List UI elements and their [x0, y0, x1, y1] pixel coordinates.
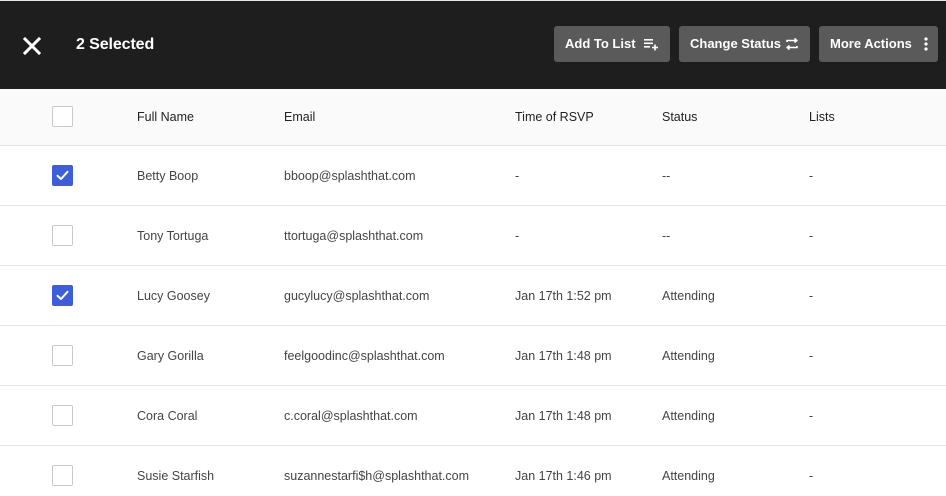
column-header-lists[interactable]: Lists: [809, 89, 835, 145]
table-row[interactable]: Susie Starfish suzannestarfi$h@splashthat…: [0, 446, 946, 496]
guest-table: Full Name Email Time of RSVP Status List…: [0, 89, 946, 496]
guest-email: bboop@splashthat.com: [284, 168, 416, 183]
rsvp-time: Jan 17th 1:46 pm: [515, 468, 612, 483]
guest-status: Attending: [662, 468, 715, 483]
row-checkbox[interactable]: [52, 165, 73, 186]
table-row[interactable]: Tony Tortuga ttortuga@splashthat.com - -- -: [0, 206, 946, 266]
guest-status: Attending: [662, 348, 715, 363]
row-checkbox[interactable]: [52, 285, 73, 306]
guest-name: Susie Starfish: [137, 468, 215, 483]
playlist-add-icon: [643, 36, 659, 52]
rsvp-time: Jan 17th 1:48 pm: [515, 348, 612, 363]
row-checkbox[interactable]: [52, 225, 73, 246]
guest-email: feelgoodinc@splashthat.com: [284, 348, 445, 363]
guest-lists: -: [809, 348, 814, 363]
row-checkbox[interactable]: [52, 345, 73, 366]
guest-lists: -: [809, 408, 814, 423]
selected-count: 2 Selected: [76, 36, 155, 53]
guest-email: gucylucy@splashthat.com: [284, 288, 430, 303]
rsvp-time: -: [515, 168, 520, 183]
guest-lists: -: [809, 468, 814, 483]
guest-status: Attending: [662, 408, 715, 423]
more-actions-label: More Actions: [830, 36, 912, 51]
guest-status: --: [662, 228, 671, 243]
vertical-dots-icon: [918, 36, 934, 52]
guest-name: Cora Coral: [137, 408, 198, 423]
column-header-time-of-rsvp[interactable]: Time of RSVP: [515, 89, 594, 145]
checkmark-icon: [56, 290, 69, 300]
guest-email: ttortuga@splashthat.com: [284, 228, 424, 243]
swap-arrows-icon: [784, 36, 800, 52]
close-icon[interactable]: [20, 34, 44, 58]
column-header-full-name[interactable]: Full Name: [137, 89, 194, 145]
more-actions-button[interactable]: More Actions: [819, 26, 938, 62]
table-row[interactable]: Lucy Goosey gucylucy@splashthat.com Jan 17…: [0, 266, 946, 326]
table-row[interactable]: Gary Gorilla feelgoodinc@splashthat.com Ja…: [0, 326, 946, 386]
row-checkbox[interactable]: [52, 465, 73, 486]
rsvp-time: Jan 17th 1:52 pm: [515, 288, 612, 303]
guest-email: c.coral@splashthat.com: [284, 408, 418, 423]
select-all-checkbox[interactable]: [52, 106, 73, 127]
guest-email: suzannestarfi$h@splashthat.com: [284, 468, 470, 483]
rsvp-time: -: [515, 228, 520, 243]
column-header-status[interactable]: Status: [662, 89, 697, 145]
table-row[interactable]: Betty Boop bboop@splashthat.com - -- -: [0, 146, 946, 206]
guest-lists: -: [809, 228, 814, 243]
guest-name: Gary Gorilla: [137, 348, 204, 363]
guest-status: --: [662, 168, 671, 183]
guest-status: Attending: [662, 288, 715, 303]
guest-name: Lucy Goosey: [137, 288, 210, 303]
add-to-list-label: Add To List: [565, 36, 636, 51]
column-header-email[interactable]: Email: [284, 89, 315, 145]
bulk-action-bar: 2 Selected Add To List Change Status Mor…: [0, 0, 946, 89]
change-status-label: Change Status: [690, 36, 782, 51]
row-checkbox[interactable]: [52, 405, 73, 426]
table-body: Betty Boop bboop@splashthat.com - -- - Tony T…: [0, 146, 946, 496]
rsvp-time: Jan 17th 1:48 pm: [515, 408, 612, 423]
checkmark-icon: [56, 170, 69, 180]
guest-lists: -: [809, 168, 814, 183]
table-row[interactable]: Cora Coral c.coral@splashthat.com Jan 17th…: [0, 386, 946, 446]
change-status-button[interactable]: Change Status: [679, 26, 810, 62]
table-header: Full Name Email Time of RSVP Status List…: [0, 89, 946, 146]
guest-name: Betty Boop: [137, 168, 199, 183]
guest-name: Tony Tortuga: [137, 228, 209, 243]
add-to-list-button[interactable]: Add To List: [554, 26, 670, 62]
guest-lists: -: [809, 288, 814, 303]
